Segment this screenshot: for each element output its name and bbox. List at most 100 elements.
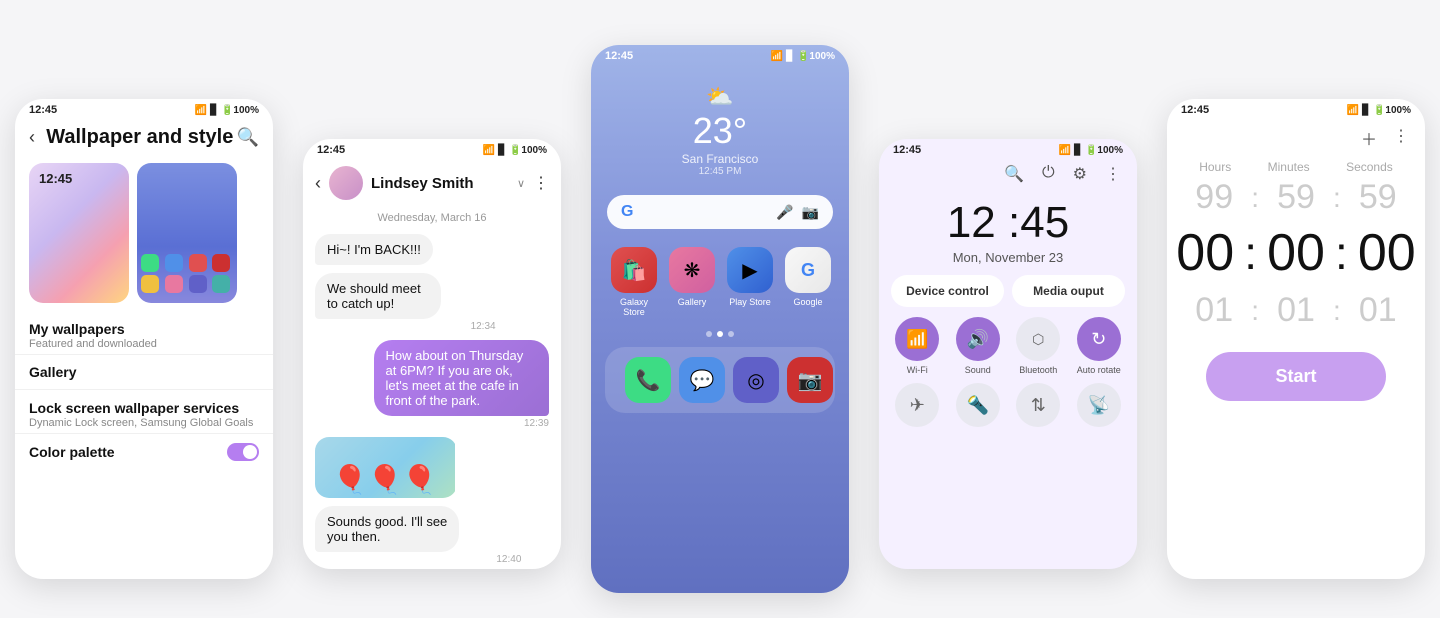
msg-text-2: We should meet to catch up!: [327, 281, 421, 311]
search-icon-wp[interactable]: 🔍: [237, 127, 259, 148]
timer-colon-top-1: :: [1251, 182, 1259, 214]
dock-app-messages[interactable]: 💬: [679, 357, 725, 403]
phone-dock-icon: 📞: [625, 357, 671, 403]
wp-preview-app-icons: [141, 254, 233, 293]
wifi-icon-1: 📶: [195, 105, 207, 116]
status-time-2: 12:45: [317, 144, 345, 156]
galaxy-store-icon: 🛍️: [611, 247, 657, 293]
qp-settings-icon[interactable]: ⚙: [1073, 164, 1087, 184]
signal-icon-1: ▊: [210, 105, 218, 116]
timer-col-labels: Hours Minutes Seconds: [1167, 154, 1425, 174]
status-time-1: 12:45: [29, 104, 57, 116]
msg-bubble-4: Sounds good. I'll see you then.: [315, 506, 459, 552]
back-icon[interactable]: ‹: [29, 127, 35, 148]
camera-dock-icon: 📷: [787, 357, 833, 403]
camera-search-icon[interactable]: 📷: [802, 204, 819, 221]
wifi-toggle-label: Wi-Fi: [907, 365, 928, 375]
dot-2: [717, 331, 723, 337]
qp-toggle-data[interactable]: ⇅: [1012, 383, 1065, 431]
my-wallpapers-section[interactable]: My wallpapers Featured and downloaded: [15, 311, 273, 355]
home-app-play-store[interactable]: ▶ Play Store: [727, 247, 773, 317]
wp-previews: 12:45: [15, 155, 273, 311]
home-weather: ⛅ 23° San Francisco 12:45 PM: [591, 64, 849, 187]
timer-inactive-top: 99 : 59 : 59: [1167, 174, 1425, 219]
dot-1: [706, 331, 712, 337]
timer-inactive-hours-top: 99: [1177, 178, 1251, 217]
msg-back-icon[interactable]: ‹: [315, 173, 321, 194]
weather-icon: ⛅: [706, 84, 733, 110]
qp-toggle-sound[interactable]: 🔊 Sound: [952, 317, 1005, 375]
qp-toggle-bluetooth[interactable]: ⬡ Bluetooth: [1012, 317, 1065, 375]
gallery-label: Gallery: [678, 297, 707, 307]
timer-more-icon[interactable]: ⋮: [1393, 126, 1409, 150]
wp-preview-abstract[interactable]: 12:45: [29, 163, 129, 303]
msg-text-1: Hi~! I'm BACK!!!: [327, 242, 421, 257]
home-page-dots: [591, 327, 849, 341]
battery-icon-3: 🔋100%: [797, 51, 835, 62]
msg-more-icon[interactable]: ⋮: [533, 173, 549, 193]
timer-add-icon[interactable]: ＋: [1361, 126, 1377, 150]
timer-inactive-bottom: 01 : 01 : 01: [1167, 287, 1425, 332]
home-app-galaxy-store[interactable]: 🛍️ Galaxy Store: [611, 247, 657, 317]
status-bar-4: 12:45 📶 ▊ 🔋100%: [879, 139, 1137, 158]
color-palette-row[interactable]: Color palette: [15, 434, 273, 470]
timer-inactive-seconds-top: 59: [1341, 178, 1415, 217]
play-store-label: Play Store: [729, 297, 771, 307]
msg-header: ‹ Lindsey Smith ∨ ⋮: [303, 158, 561, 206]
timer-top-icons: ＋ ⋮: [1167, 118, 1425, 154]
msg-bubble-2: We should meet to catch up!: [315, 273, 441, 319]
nfc-toggle-circle: 📡: [1077, 383, 1121, 427]
msg-time-2: 12:34: [315, 321, 496, 332]
minutes-label: Minutes: [1268, 160, 1310, 174]
timer-active-display: 00 : 00 : 00: [1167, 219, 1425, 287]
signal-icon-4: ▊: [1074, 145, 1082, 156]
home-app-gallery[interactable]: ❋ Gallery: [669, 247, 715, 317]
home-app-google[interactable]: G Google: [785, 247, 831, 317]
contact-name: Lindsey Smith: [371, 175, 509, 192]
home-phone: 12:45 📶 ▊ 🔋100% ⛅ 23° San Francisco 12:4…: [591, 45, 849, 593]
google-app-icon: G: [785, 247, 831, 293]
data-toggle-circle: ⇅: [1016, 383, 1060, 427]
status-icons-5: 📶 ▊ 🔋100%: [1347, 105, 1411, 116]
mic-icon[interactable]: 🎤: [776, 204, 793, 221]
lockscreen-section[interactable]: Lock screen wallpaper services Dynamic L…: [15, 390, 273, 434]
dock-app-phone[interactable]: 📞: [625, 357, 671, 403]
dock-app-wallet[interactable]: ◎: [733, 357, 779, 403]
wp-preview-blue[interactable]: [137, 163, 237, 303]
qp-toggle-torch[interactable]: 🔦: [952, 383, 1005, 431]
wp-app-4: [212, 254, 230, 272]
bluetooth-toggle-label: Bluetooth: [1019, 365, 1057, 375]
msg-bubble-3-wrap: How about on Thursday at 6PM? If you are…: [315, 340, 549, 429]
bluetooth-toggle-circle: ⬡: [1016, 317, 1060, 361]
balloon-image: 🎈🎈🎈: [315, 437, 455, 498]
wifi-icon-2: 📶: [483, 145, 495, 156]
media-output-btn[interactable]: Media ouput: [1012, 275, 1125, 307]
device-control-btn[interactable]: Device control: [891, 275, 1004, 307]
timer-colon-top-2: :: [1333, 182, 1341, 214]
home-search-bar[interactable]: G 🎤 📷: [607, 195, 833, 229]
msg-text-3: How about on Thursday at 6PM? If you are…: [386, 348, 524, 408]
qp-more-icon[interactable]: ⋮: [1105, 164, 1121, 184]
wp-app-6: [165, 275, 183, 293]
galaxy-store-label: Galaxy Store: [611, 297, 657, 317]
timer-colon-bottom-1: :: [1251, 295, 1259, 327]
qp-toggle-wifi[interactable]: 📶 Wi-Fi: [891, 317, 944, 375]
qp-power-icon[interactable]: ⏻: [1042, 164, 1055, 184]
wifi-icon-3: 📶: [771, 51, 783, 62]
gallery-section[interactable]: Gallery: [15, 355, 273, 390]
wp-app-8: [212, 275, 230, 293]
qp-toggle-autorotate[interactable]: ↻ Auto rotate: [1073, 317, 1126, 375]
color-palette-toggle[interactable]: [227, 443, 259, 461]
msg-bubble-4-wrap: Sounds good. I'll see you then. 12:40: [315, 506, 521, 565]
qp-toggle-airplane[interactable]: ✈: [891, 383, 944, 431]
qp-search-icon[interactable]: 🔍: [1004, 164, 1024, 184]
status-bar-2: 12:45 📶 ▊ 🔋100%: [303, 139, 561, 158]
dock-app-camera[interactable]: 📷: [787, 357, 833, 403]
weather-temp: 23°: [693, 110, 747, 152]
qp-toggle-nfc[interactable]: 📡: [1073, 383, 1126, 431]
timer-start-button[interactable]: Start: [1206, 352, 1386, 401]
weather-time: 12:45 PM: [699, 166, 742, 177]
lockscreen-sub: Dynamic Lock screen, Samsung Global Goal…: [29, 417, 259, 429]
battery-icon-4: 🔋100%: [1085, 145, 1123, 156]
gallery-title: Gallery: [29, 364, 259, 380]
